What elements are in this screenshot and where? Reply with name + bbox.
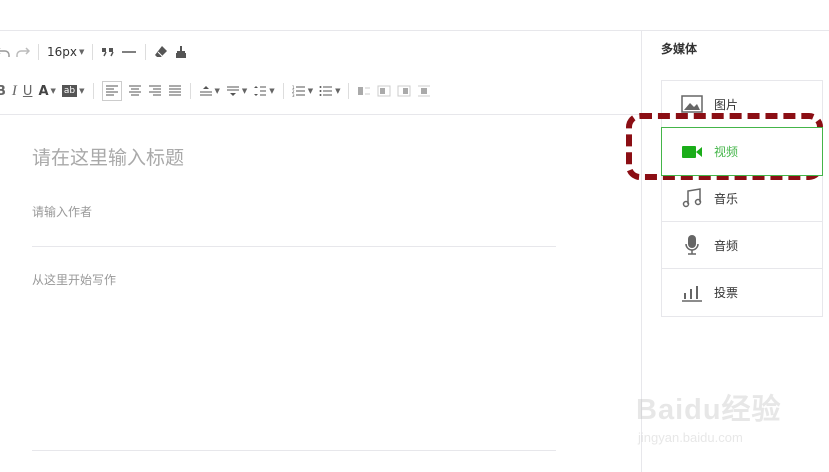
redo-button[interactable] <box>16 41 30 63</box>
editor-panel: 16px ▼ B I U A ▼ ab ▼ ▼ ▼ ▼ 1 2 3 ▼ ▼ 请在… <box>0 31 642 472</box>
align-justify-icon <box>168 85 181 96</box>
toolbar-separator <box>189 83 191 99</box>
chevron-down-icon: ▼ <box>307 87 314 95</box>
media-item-image[interactable]: 图片 <box>662 81 822 128</box>
chevron-down-icon: ▼ <box>214 87 220 95</box>
multimedia-title: 多媒体 <box>661 42 698 56</box>
media-item-audio[interactable]: 音频 <box>662 222 822 269</box>
watermark-logo: Baidu经验 <box>636 394 782 426</box>
video-camera-icon <box>680 141 704 163</box>
chevron-down-icon: ▼ <box>50 87 56 95</box>
underline-button[interactable]: U <box>23 80 33 102</box>
body-editor[interactable]: 从这里开始写作 <box>32 271 116 288</box>
music-note-icon <box>680 187 704 209</box>
align-center-icon <box>128 85 141 96</box>
line-height-icon <box>254 86 267 96</box>
media-item-video[interactable]: 视频 <box>661 127 823 176</box>
chevron-down-icon: ▼ <box>335 87 341 95</box>
divider <box>32 246 556 247</box>
toolbar-separator <box>145 44 147 60</box>
media-item-label: 音频 <box>714 238 739 253</box>
toolbar-row-2: B I U A ▼ ab ▼ ▼ ▼ ▼ 1 2 3 ▼ ▼ <box>0 78 437 104</box>
highlight-icon: ab <box>61 85 78 97</box>
bar-chart-icon <box>680 282 704 304</box>
editor-toolbar: 16px ▼ B I U A ▼ ab ▼ ▼ ▼ ▼ 1 2 3 ▼ ▼ <box>0 31 641 115</box>
background-color-button[interactable]: ab ▼ <box>61 80 85 102</box>
toolbar-separator <box>92 83 94 99</box>
media-item-vote[interactable]: 投票 <box>662 269 822 316</box>
divider <box>32 450 556 451</box>
image-float-none-button[interactable] <box>357 80 371 102</box>
unordered-list-icon <box>319 86 333 96</box>
font-color-button[interactable]: A ▼ <box>38 80 55 102</box>
undo-button[interactable] <box>0 41 10 63</box>
font-size-value: 16px <box>47 45 77 59</box>
row-spacing-bottom-button[interactable]: ▼ <box>226 80 247 102</box>
image-float-left-icon <box>377 85 391 97</box>
ordered-list-icon: 123 <box>292 85 305 97</box>
toolbar-separator <box>282 83 284 99</box>
image-float-left-button[interactable] <box>377 80 391 102</box>
image-float-right-button[interactable] <box>397 80 411 102</box>
watermark-url: jingyan.baidu.com <box>638 430 743 445</box>
media-item-label: 视频 <box>714 145 739 159</box>
eraser-button[interactable] <box>154 41 168 63</box>
toolbar-separator <box>92 44 94 60</box>
image-icon <box>680 93 704 115</box>
horizontal-line-icon <box>122 51 137 53</box>
horizontal-rule-button[interactable] <box>121 41 137 63</box>
align-justify-button[interactable] <box>168 80 182 102</box>
image-float-right-icon <box>397 85 411 97</box>
media-item-label: 投票 <box>714 286 739 300</box>
chevron-down-icon: ▼ <box>269 87 275 95</box>
format-painter-button[interactable] <box>174 41 188 63</box>
font-size-dropdown[interactable]: 16px ▼ <box>47 41 84 63</box>
quote-icon <box>102 48 115 57</box>
microphone-icon <box>680 234 704 256</box>
align-left-button[interactable] <box>101 81 122 101</box>
chevron-down-icon: ▼ <box>241 87 248 95</box>
toolbar-separator <box>38 44 39 60</box>
align-right-button[interactable] <box>148 80 162 102</box>
align-right-icon <box>148 85 161 96</box>
undo-icon <box>0 48 10 57</box>
image-float-none-icon <box>358 87 371 95</box>
unordered-list-button[interactable]: ▼ <box>319 80 340 102</box>
redo-icon <box>16 47 30 57</box>
ordered-list-button[interactable]: 1 2 3 ▼ <box>292 80 313 102</box>
media-item-label: 图片 <box>714 97 739 112</box>
media-item-music[interactable]: 音乐 <box>662 175 822 222</box>
title-input[interactable]: 请在这里输入标题 <box>32 143 184 170</box>
author-input[interactable]: 请输入作者 <box>32 203 92 220</box>
italic-button[interactable]: I <box>12 80 17 102</box>
toolbar-separator <box>348 83 350 99</box>
chevron-down-icon: ▼ <box>79 87 85 95</box>
spacing-top-icon <box>199 86 212 96</box>
align-center-button[interactable] <box>128 80 142 102</box>
image-center-button[interactable] <box>417 80 431 102</box>
svg-text:3: 3 <box>292 93 295 97</box>
bold-button[interactable]: B <box>0 80 6 102</box>
baidu-watermark: Baidu经验 jingyan.baidu.com <box>636 386 816 456</box>
image-center-icon <box>418 85 431 97</box>
eraser-icon <box>155 46 168 57</box>
top-bar <box>0 0 829 31</box>
brush-icon <box>176 46 187 58</box>
chevron-down-icon: ▼ <box>79 48 85 56</box>
line-height-button[interactable]: ▼ <box>253 80 275 102</box>
blockquote-button[interactable] <box>101 41 115 63</box>
multimedia-list: 图片 视频 音乐 音频 投票 <box>661 80 823 317</box>
spacing-bottom-icon <box>226 86 239 96</box>
row-spacing-top-button[interactable]: ▼ <box>199 80 220 102</box>
media-item-label: 音乐 <box>714 191 739 206</box>
align-left-icon <box>105 85 118 96</box>
toolbar-row-1: 16px ▼ <box>0 39 194 65</box>
